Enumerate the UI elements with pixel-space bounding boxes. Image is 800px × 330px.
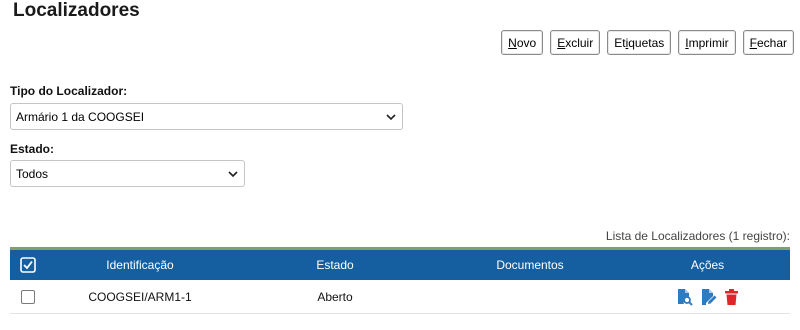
tipo-localizador-label: Tipo do Localizador:: [10, 84, 128, 98]
tipo-localizador-value: Armário 1 da COOGSEI: [16, 109, 145, 124]
estado-select[interactable]: Todos: [10, 160, 245, 187]
novo-accesskey: N: [508, 35, 517, 50]
estado-value: Todos: [16, 166, 49, 181]
excluir-accesskey: E: [557, 35, 566, 50]
toolbar: Novo Excluir Et i quetas Imprimir Fechar: [501, 30, 794, 55]
novo-label-rest: ovo: [516, 35, 537, 50]
novo-button[interactable]: Novo: [501, 30, 544, 55]
fechar-button[interactable]: Fechar: [742, 30, 794, 55]
localizadores-table: Identificação Estado Documentos Ações CO…: [10, 247, 790, 314]
header-identificacao[interactable]: Identificação: [45, 258, 235, 272]
estado-label: Estado:: [10, 142, 55, 156]
chevron-down-icon: [228, 171, 238, 178]
trash-icon[interactable]: [724, 288, 739, 306]
imprimir-button[interactable]: Imprimir: [678, 30, 736, 55]
etiquetas-label-pre: Et: [614, 35, 626, 50]
etiquetas-button[interactable]: Et i quetas: [607, 30, 672, 55]
excluir-label-rest: xcluir: [565, 35, 594, 50]
fechar-accesskey: F: [749, 35, 757, 50]
cell-estado: Aberto: [317, 289, 353, 304]
row-actions: [676, 288, 739, 306]
table-caption: Lista de Localizadores (1 registro):: [605, 229, 790, 243]
imprimir-label-rest: mprimir: [688, 35, 729, 50]
header-estado[interactable]: Estado: [235, 258, 435, 272]
header-acoes: Ações: [690, 258, 725, 272]
page-title: Localizadores: [13, 0, 140, 21]
select-all-checkbox[interactable]: [10, 257, 45, 273]
checkbox-checked-icon: [19, 257, 36, 273]
excluir-button[interactable]: Excluir: [550, 30, 601, 55]
table-header: Identificação Estado Documentos Ações: [10, 247, 790, 280]
cell-acoes: [625, 288, 790, 306]
document-edit-icon[interactable]: [700, 288, 717, 306]
fechar-label-rest: echar: [756, 35, 787, 50]
document-search-icon[interactable]: [676, 288, 693, 306]
table-row: COOGSEI/ARM1-1 Aberto: [10, 280, 790, 314]
chevron-down-icon: [386, 114, 396, 121]
etiquetas-label-post: quetas: [628, 35, 665, 50]
row-checkbox[interactable]: [20, 289, 35, 304]
tipo-localizador-select[interactable]: Armário 1 da COOGSEI: [10, 103, 403, 130]
header-documentos[interactable]: Documentos: [435, 258, 625, 272]
cell-identificacao: COOGSEI/ARM1-1: [88, 289, 192, 304]
row-checkbox-cell: [10, 289, 45, 304]
